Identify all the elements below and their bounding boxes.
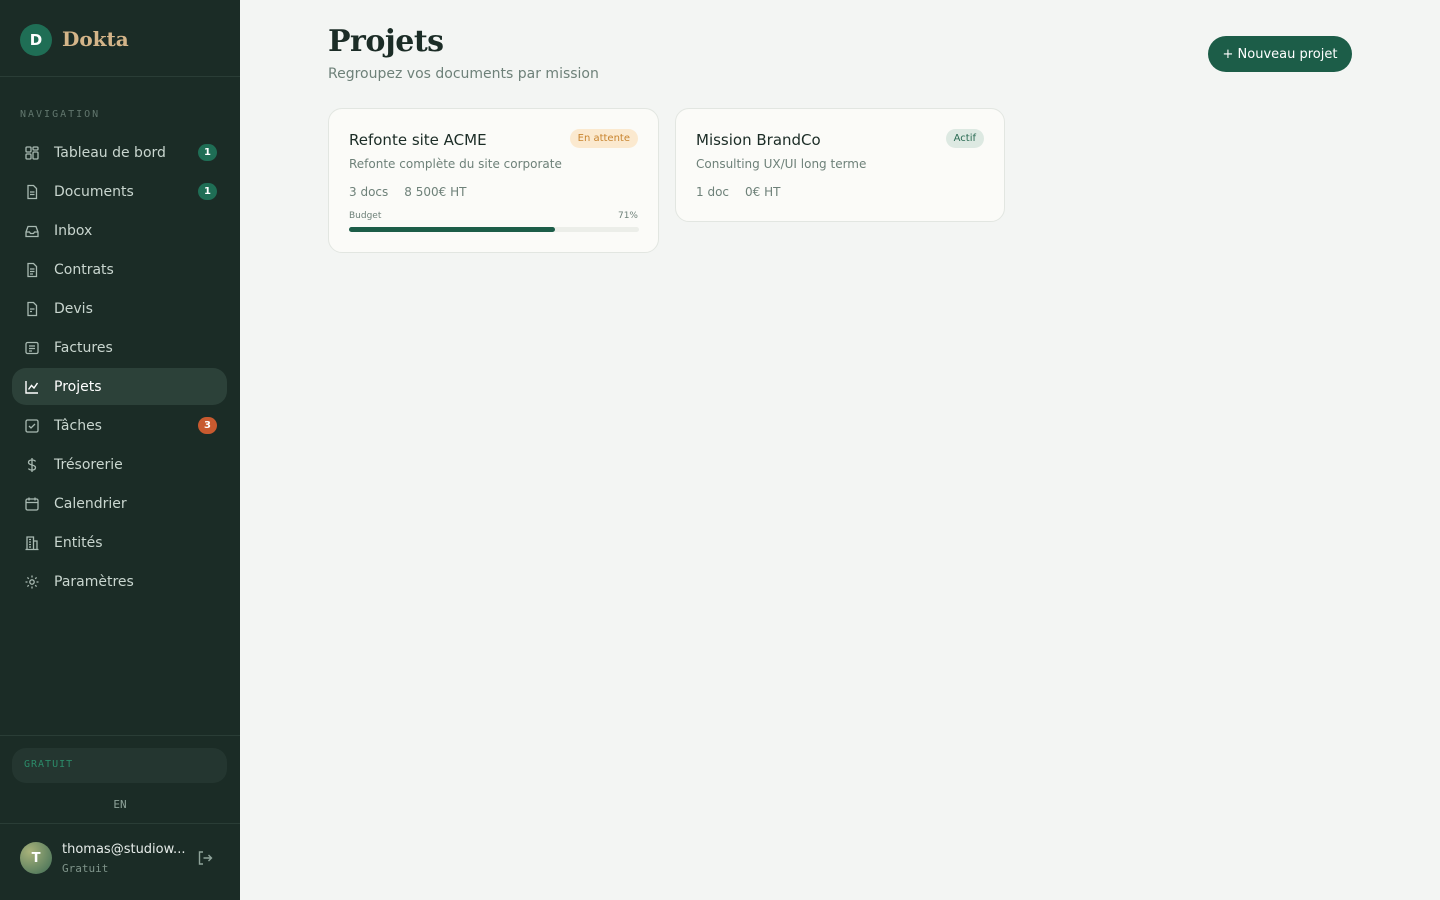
doc-count: 3 docs [349,185,389,199]
quote-icon [24,301,40,317]
sidebar-item-factures[interactable]: Factures [12,329,227,366]
logout-icon[interactable] [196,849,214,867]
sidebar-item-entites[interactable]: Entités [12,524,227,561]
document-icon [24,184,40,200]
budget-percent: 71% [617,211,638,221]
brand-name[interactable]: Dokta [62,27,129,51]
sidebar: D Dokta NAVIGATION Tableau de bord 1 Doc… [0,0,240,900]
inbox-icon [24,223,40,239]
sidebar-item-calendrier[interactable]: Calendrier [12,485,227,522]
sidebar-item-devis[interactable]: Devis [12,290,227,327]
sidebar-item-projets[interactable]: Projets [12,368,227,405]
calendar-icon [24,496,40,512]
budget-label: Budget [349,211,382,221]
chart-line-icon [24,379,40,395]
project-title: Refonte site ACME [349,131,487,149]
plan-label: GRATUIT [24,759,74,770]
project-description: Consulting UX/UI long terme [696,157,867,171]
sidebar-item-inbox[interactable]: Inbox [12,212,227,249]
invoice-icon [24,340,40,356]
avatar[interactable]: T [20,842,52,874]
count-badge: 1 [198,144,217,161]
project-amount: 8 500€ HT [404,185,467,199]
sidebar-item-label: Devis [54,300,93,317]
divider [0,823,240,824]
gear-icon [24,574,40,590]
sidebar-item-label: Factures [54,339,113,356]
task-check-icon [24,418,40,434]
sidebar-item-label: Tâches [54,417,102,434]
budget-progress-fill [349,227,555,232]
sidebar-item-label: Entités [54,534,103,551]
project-description: Refonte complète du site corporate [349,157,562,171]
divider [0,735,240,736]
dollar-icon [24,457,40,473]
plan-indicator[interactable]: GRATUIT [12,748,227,783]
status-badge: En attente [569,129,638,148]
project-card[interactable]: Mission BrandCo Actif Consulting UX/UI l… [675,108,1005,222]
sidebar-item-label: Trésorerie [54,456,123,473]
sidebar-item-tresorerie[interactable]: Trésorerie [12,446,227,483]
new-project-button[interactable]: + Nouveau projet [1208,36,1352,72]
user-email: thomas@studiow... [62,842,186,857]
sidebar-item-label: Tableau de bord [54,144,166,161]
contract-icon [24,262,40,278]
project-card[interactable]: Refonte site ACME En attente Refonte com… [328,108,659,253]
status-badge: Actif [945,129,984,148]
sidebar-item-label: Inbox [54,222,93,239]
sidebar-item-documents[interactable]: Documents 1 [12,173,227,210]
sidebar-item-label: Projets [54,378,102,395]
project-meta: 3 docs 8 500€ HT [349,185,466,199]
language-toggle[interactable]: EN [0,798,240,811]
brand-header: D Dokta [0,0,240,77]
count-badge: 3 [198,417,217,434]
brand-logo[interactable]: D [20,24,52,56]
user-plan: Gratuit [62,862,109,875]
project-title: Mission BrandCo [696,131,821,149]
budget-progress-track [349,227,639,232]
nav-section-label: NAVIGATION [20,109,101,120]
page-title: Projets [328,24,444,59]
dashboard-icon [24,145,40,161]
sidebar-item-taches[interactable]: Tâches 3 [12,407,227,444]
sidebar-item-tableau-de-bord[interactable]: Tableau de bord 1 [12,134,227,171]
building-icon [24,535,40,551]
sidebar-item-label: Paramètres [54,573,134,590]
sidebar-item-label: Calendrier [54,495,127,512]
project-meta: 1 doc 0€ HT [696,185,780,199]
sidebar-nav: Tableau de bord 1 Documents 1 Inbox Cont… [12,134,227,602]
sidebar-item-label: Contrats [54,261,114,278]
sidebar-item-contrats[interactable]: Contrats [12,251,227,288]
sidebar-item-parametres[interactable]: Paramètres [12,563,227,600]
doc-count: 1 doc [696,185,730,199]
project-amount: 0€ HT [745,185,781,199]
count-badge: 1 [198,183,217,200]
sidebar-item-label: Documents [54,183,134,200]
page-subtitle: Regroupez vos documents par mission [328,66,599,82]
